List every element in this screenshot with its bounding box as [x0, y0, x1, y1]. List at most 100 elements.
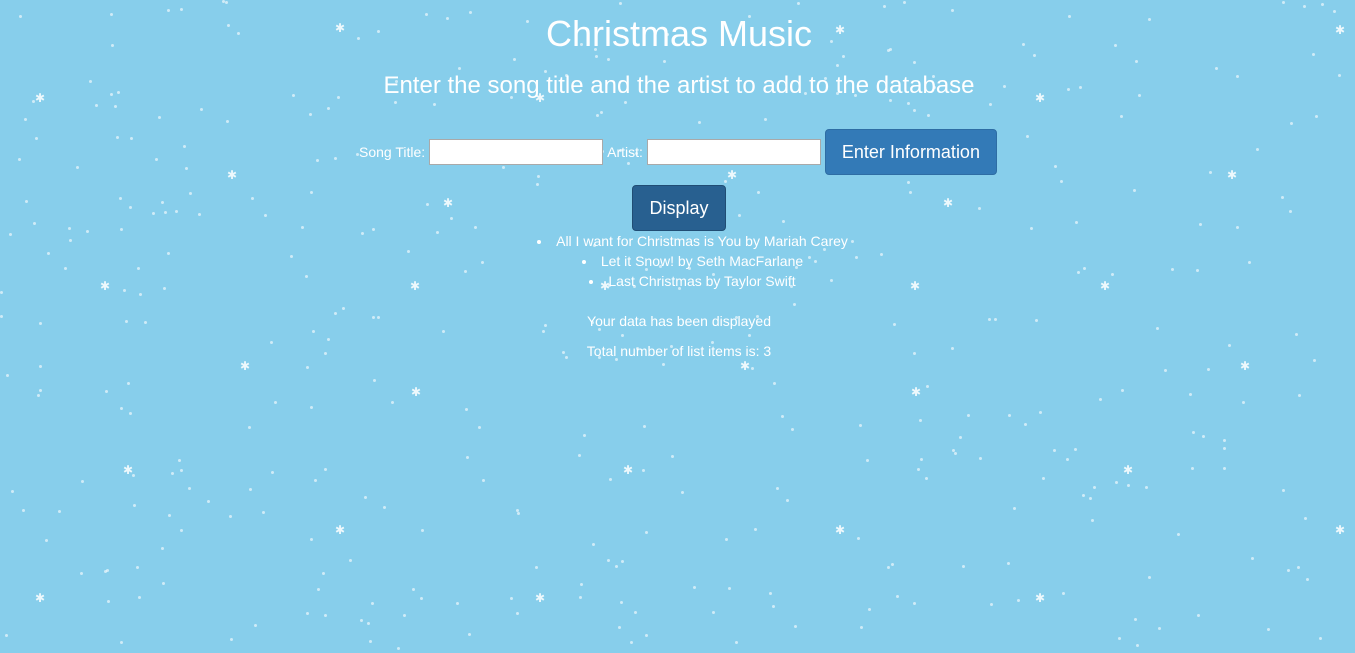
- snow-dot: [782, 220, 785, 223]
- snow-dot: [127, 382, 130, 385]
- snow-dot: [757, 191, 760, 194]
- snow-dot: [24, 118, 27, 121]
- snow-dot: [1145, 486, 1148, 489]
- snow-dot: [772, 605, 775, 608]
- snow-dot: [1091, 519, 1094, 522]
- snow-dot: [180, 8, 183, 11]
- snow-dot: [621, 334, 624, 337]
- snow-dot: [0, 291, 3, 294]
- snow-dot: [175, 210, 178, 213]
- snow-dot: [198, 213, 201, 216]
- snow-dot: [542, 330, 545, 333]
- snow-dot: [161, 201, 164, 204]
- snow-dot: [634, 611, 637, 614]
- snow-dot: [1008, 414, 1011, 417]
- snowflake-icon: ✱: [1240, 359, 1251, 373]
- snow-dot: [607, 559, 610, 562]
- enter-information-button[interactable]: Enter Information: [824, 129, 997, 175]
- snow-dot: [155, 158, 158, 161]
- snowflake-icon: ✱: [1335, 523, 1346, 537]
- snow-dot: [310, 191, 313, 194]
- snow-dot: [162, 582, 165, 585]
- snow-dot: [925, 477, 928, 480]
- snow-dot: [314, 479, 317, 482]
- display-button[interactable]: Display: [632, 185, 726, 231]
- snow-dot: [764, 118, 767, 121]
- snow-dot: [262, 511, 265, 514]
- snow-dot: [1127, 484, 1130, 487]
- snow-dot: [478, 426, 481, 429]
- snow-dot: [421, 529, 424, 532]
- snow-dot: [1306, 578, 1309, 581]
- snow-dot: [1223, 447, 1226, 450]
- snow-dot: [76, 166, 79, 169]
- snow-dot: [391, 401, 394, 404]
- snow-dot: [412, 588, 415, 591]
- snow-dot: [951, 9, 954, 12]
- snow-dot: [1099, 398, 1102, 401]
- snow-dot: [138, 596, 141, 599]
- snowflake-icon: ✱: [443, 196, 454, 210]
- snowflake-icon: ✱: [335, 523, 346, 537]
- snow-dot: [6, 374, 9, 377]
- snow-dot: [1282, 1, 1285, 4]
- snow-dot: [324, 468, 327, 471]
- snow-dot: [1115, 481, 1118, 484]
- artist-label: Artist:: [607, 144, 643, 160]
- item-count-message: Total number of list items is: 3: [586, 343, 772, 359]
- snow-dot: [1013, 507, 1016, 510]
- snow-dot: [979, 457, 982, 460]
- artist-input[interactable]: [646, 139, 821, 165]
- snow-dot: [1319, 637, 1322, 640]
- snow-dot: [1295, 333, 1298, 336]
- snow-dot: [120, 407, 123, 410]
- snow-dot: [1189, 393, 1192, 396]
- snow-dot: [1030, 227, 1033, 230]
- snow-dot: [167, 9, 170, 12]
- snow-dot: [1202, 435, 1205, 438]
- page-title: Christmas Music: [545, 13, 813, 54]
- snow-dot: [887, 566, 890, 569]
- snow-dot: [776, 487, 779, 490]
- snow-dot: [517, 512, 520, 515]
- snow-dot: [1135, 60, 1138, 63]
- snow-dot: [620, 601, 623, 604]
- snowflake-icon: ✱: [35, 591, 46, 605]
- snow-dot: [200, 108, 203, 111]
- snow-dot: [609, 478, 612, 481]
- snow-dot: [251, 197, 254, 200]
- snow-dot: [978, 207, 981, 210]
- snow-dot: [891, 563, 894, 566]
- snowflake-icon: ✱: [623, 463, 634, 477]
- snow-dot: [316, 159, 319, 162]
- snow-dot: [773, 382, 776, 385]
- snow-dot: [185, 167, 188, 170]
- snow-dot: [369, 640, 372, 643]
- snowflake-icon: ✱: [835, 523, 846, 537]
- snow-dot: [58, 510, 61, 513]
- snow-dot: [751, 367, 754, 370]
- snow-dot: [364, 496, 367, 499]
- snow-dot: [248, 426, 251, 429]
- snow-dot: [791, 428, 794, 431]
- snow-dot: [913, 61, 916, 64]
- snow-dot: [615, 565, 618, 568]
- snow-dot: [317, 588, 320, 591]
- snow-dot: [896, 595, 899, 598]
- snow-dot: [967, 414, 970, 417]
- snow-dot: [1066, 458, 1069, 461]
- snow-dot: [349, 559, 352, 562]
- snowflake-icon: ✱: [240, 359, 251, 373]
- song-title-input[interactable]: [429, 139, 604, 165]
- list-item: Last Christmas by Taylor Swift: [0, 271, 1355, 291]
- snow-dot: [1121, 389, 1124, 392]
- snow-dot: [909, 191, 912, 194]
- snow-dot: [25, 200, 28, 203]
- snow-dot: [619, 2, 622, 5]
- snow-dot: [535, 566, 538, 569]
- snowflake-icon: ✱: [1123, 463, 1134, 477]
- song-title-label: Song Title:: [359, 144, 426, 160]
- snow-dot: [95, 104, 98, 107]
- snow-dot: [578, 454, 581, 457]
- snow-dot: [171, 472, 174, 475]
